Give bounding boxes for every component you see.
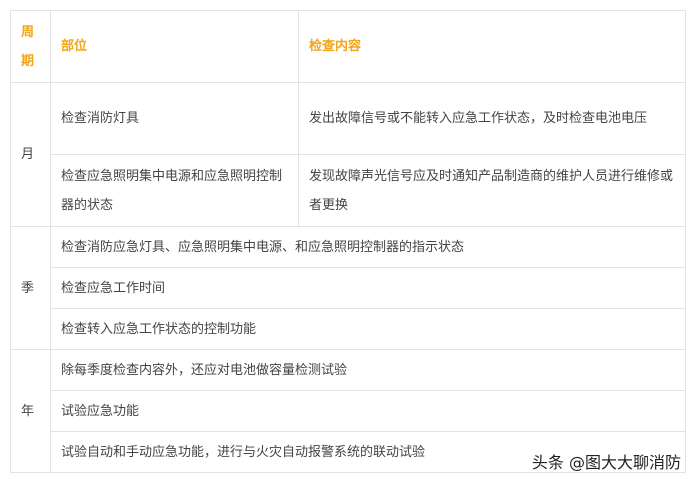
content-cell: 发出故障信号或不能转入应急工作状态，及时检查电池电压 bbox=[298, 82, 686, 155]
table-row: 检查应急照明集中电源和应急照明控制器的状态 发现故障声光信号应及时通知产品制造商… bbox=[11, 154, 686, 227]
header-row: 周期 部位 检查内容 bbox=[10, 10, 686, 83]
content-cell: 发现故障声光信号应及时通知产品制造商的维护人员进行维修或者更换 bbox=[298, 154, 686, 227]
period-month: 月 bbox=[10, 82, 51, 227]
maintenance-table: 周期 部位 检查内容 月 检查消防灯具 发出故障信号或不能转入应急工作状态，及时… bbox=[10, 10, 686, 473]
table-row: 年 除每季度检查内容外，还应对电池做容量检测试验 bbox=[10, 349, 686, 473]
table-row: 试验应急功能 bbox=[11, 390, 686, 432]
period-season: 季 bbox=[10, 226, 51, 350]
season-item: 检查转入应急工作状态的控制功能 bbox=[50, 308, 686, 350]
table-row: 检查转入应急工作状态的控制功能 bbox=[11, 308, 686, 350]
period-year: 年 bbox=[10, 349, 51, 473]
watermark: 头条 @图大大聊消防 bbox=[531, 453, 681, 472]
location-cell: 检查消防灯具 bbox=[50, 82, 299, 155]
season-item: 检查应急工作时间 bbox=[50, 267, 686, 309]
table-row: 季 检查消防应急灯具、应急照明集中电源、和应急照明控制器的指示状态 bbox=[10, 226, 686, 350]
header-location: 部位 bbox=[50, 10, 299, 83]
header-content: 检查内容 bbox=[298, 10, 686, 83]
location-cell: 检查应急照明集中电源和应急照明控制器的状态 bbox=[50, 154, 299, 227]
year-item: 除每季度检查内容外，还应对电池做容量检测试验 bbox=[50, 349, 686, 391]
table-row: 月 检查消防灯具 发出故障信号或不能转入应急工作状态，及时检查电池电压 bbox=[10, 82, 686, 227]
year-item: 试验应急功能 bbox=[50, 390, 686, 432]
header-period: 周期 bbox=[10, 10, 51, 83]
season-item: 检查消防应急灯具、应急照明集中电源、和应急照明控制器的指示状态 bbox=[50, 226, 686, 268]
table-row: 检查应急工作时间 bbox=[11, 267, 686, 309]
